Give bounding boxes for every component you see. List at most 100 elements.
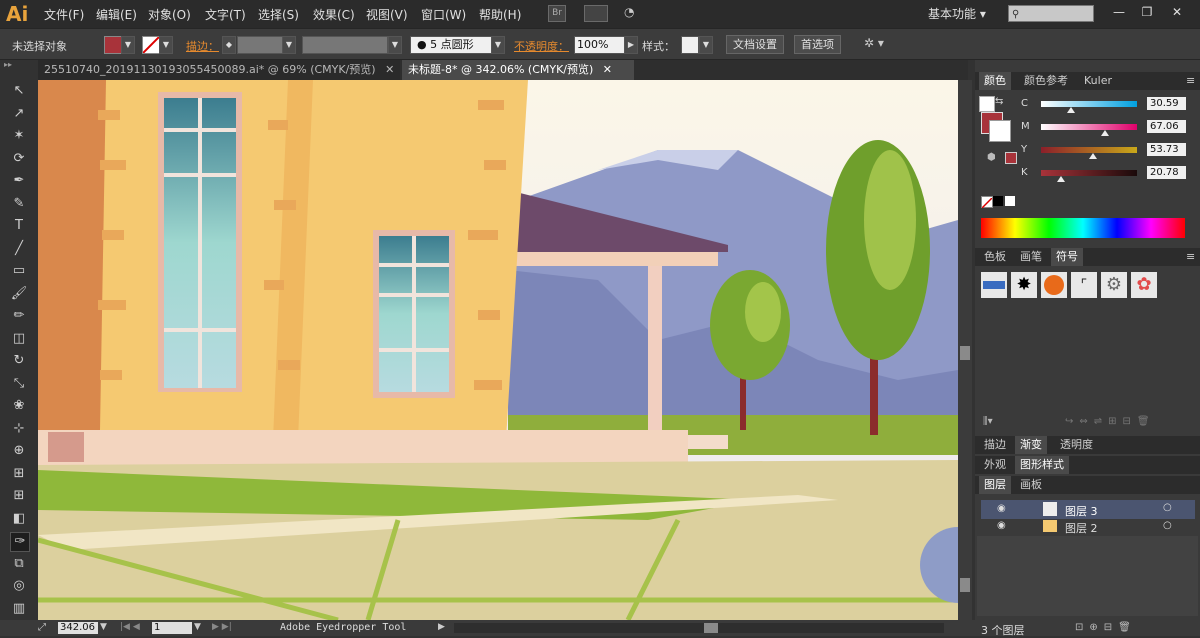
menu-effect[interactable]: 效果(C)	[313, 6, 355, 23]
curvature-tool[interactable]: ✎	[10, 195, 28, 213]
restore-button[interactable]: ❐	[1134, 4, 1160, 20]
preferences-button[interactable]: 首选项	[794, 35, 841, 54]
slider-track[interactable]	[1041, 124, 1137, 136]
tab-brushes[interactable]: 画笔	[1015, 248, 1047, 266]
scrollbar-thumb[interactable]	[960, 346, 970, 360]
tab-artboards[interactable]: 画板	[1015, 476, 1047, 494]
slider-thumb[interactable]	[1101, 130, 1110, 136]
slider-track[interactable]	[1041, 147, 1137, 159]
first-artboard-button[interactable]: |◀ ◀	[120, 622, 140, 632]
profile-dropdown[interactable]: ▼	[388, 36, 402, 54]
layer-name[interactable]: 图层 2	[1065, 520, 1098, 536]
layer-row[interactable]: ◉ 图层 3 ○	[981, 500, 1195, 519]
mesh-tool[interactable]: ⊞	[10, 487, 28, 505]
arrange-documents-icon[interactable]	[584, 5, 608, 22]
tab-stroke[interactable]: 描边	[979, 436, 1011, 454]
rectangle-tool[interactable]: ▭	[10, 262, 28, 280]
stroke-weight-stepper[interactable]: ◆	[222, 36, 236, 54]
stroke-dropdown[interactable]: ▼	[159, 36, 173, 54]
minimize-button[interactable]: —	[1106, 4, 1132, 20]
out-of-gamut-swatch[interactable]	[1005, 152, 1017, 164]
target-icon[interactable]: ○	[1163, 520, 1172, 531]
perspective-grid-tool[interactable]: ⊞	[10, 465, 28, 483]
symbol-ring[interactable]: ⚙	[1101, 272, 1127, 298]
vertical-scrollbar[interactable]	[958, 80, 972, 620]
symbol-blue-banner[interactable]	[981, 272, 1007, 298]
eyedropper-tool[interactable]: ✑	[10, 532, 30, 552]
menu-edit[interactable]: 编辑(E)	[96, 6, 137, 23]
help-search-input[interactable]: ⚲	[1008, 5, 1094, 22]
visibility-icon[interactable]: ◉	[997, 520, 1006, 531]
swap-colors-icon[interactable]: ⇆	[995, 96, 1003, 107]
horizontal-scrollbar[interactable]	[454, 623, 944, 633]
artboard-dropdown[interactable]: ▼	[194, 622, 201, 632]
tab-swatches[interactable]: 色板	[979, 248, 1011, 266]
artboard-field[interactable]: 1	[152, 622, 192, 634]
opacity-dropdown[interactable]: ▶	[624, 36, 638, 54]
pencil-tool[interactable]: ✏	[10, 307, 28, 325]
slider-thumb[interactable]	[1057, 176, 1066, 182]
brush-dropdown[interactable]: ▼	[491, 36, 505, 54]
opacity-label[interactable]: 不透明度：	[514, 40, 569, 53]
symbols-actions[interactable]: ↪⇔⇌⊞⊟🗑	[1065, 416, 1156, 427]
close-button[interactable]: ✕	[1164, 4, 1190, 20]
menu-select[interactable]: 选择(S)	[258, 6, 299, 23]
panel-menu-icon[interactable]: ≡	[1181, 248, 1200, 266]
slider-value-field[interactable]: 53.73	[1147, 143, 1186, 156]
symbol-ink-splat[interactable]: ✸	[1011, 272, 1037, 298]
magic-wand-tool[interactable]: ✶	[10, 127, 28, 145]
eraser-tool[interactable]: ◫	[10, 330, 28, 348]
target-icon[interactable]: ○	[1163, 502, 1172, 513]
symbol-libraries-icon[interactable]: ⫼▾	[983, 416, 993, 427]
slider-thumb[interactable]	[1066, 107, 1075, 113]
fill-swatch[interactable]	[104, 36, 122, 54]
slider-track[interactable]	[1041, 101, 1137, 113]
symbol-sprayer-tool[interactable]: ◎	[10, 577, 28, 595]
workspace-switcher[interactable]: 基本功能 ▾	[928, 5, 986, 22]
stroke-color-box[interactable]	[989, 120, 1011, 142]
bridge-icon[interactable]: Br	[548, 5, 566, 22]
document-setup-button[interactable]: 文档设置	[726, 35, 784, 54]
pen-tool[interactable]: ✒	[10, 172, 28, 190]
symbol-orange-button[interactable]	[1041, 272, 1067, 298]
status-menu-button[interactable]: ▶	[438, 622, 445, 632]
default-colors-icon[interactable]	[979, 96, 995, 112]
menu-type[interactable]: 文字(T)	[205, 6, 246, 23]
menu-help[interactable]: 帮助(H)	[479, 6, 521, 23]
black-swatch[interactable]	[993, 196, 1003, 206]
zoom-dropdown[interactable]: ▼	[100, 622, 107, 632]
none-swatch[interactable]	[981, 196, 993, 209]
tab-symbols[interactable]: 符号	[1051, 248, 1083, 266]
tab-document-2[interactable]: 未标题-8* @ 342.06% (CMYK/预览) ✕	[402, 60, 634, 80]
direct-selection-tool[interactable]: ↗	[10, 105, 28, 123]
next-artboard-button[interactable]: ▶ ▶|	[212, 622, 232, 632]
gpu-performance-icon[interactable]: ◔	[624, 5, 646, 21]
symbol-bracket[interactable]: ⌜	[1071, 272, 1097, 298]
toolbox-grip[interactable]: ▸▸	[4, 60, 34, 69]
style-dropdown[interactable]: ▼	[699, 36, 713, 54]
zoom-field[interactable]: 342.06	[58, 622, 98, 634]
style-swatch[interactable]	[681, 36, 699, 54]
layer-name[interactable]: 图层 3	[1065, 503, 1098, 519]
brush-definition[interactable]: ● 5 点圆形	[410, 36, 498, 54]
visibility-icon[interactable]: ◉	[997, 503, 1006, 514]
tab-color[interactable]: 颜色	[979, 72, 1011, 90]
slider-value-field[interactable]: 67.06	[1147, 120, 1186, 133]
rotate-view-icon[interactable]: ⤢	[38, 622, 46, 633]
close-icon[interactable]: ✕	[603, 63, 612, 76]
paintbrush-tool[interactable]: 🖌	[10, 285, 28, 303]
slider-value-field[interactable]: 30.59	[1147, 97, 1186, 110]
free-transform-tool[interactable]: ⊹	[10, 420, 28, 438]
menu-view[interactable]: 视图(V)	[366, 6, 408, 23]
menu-window[interactable]: 窗口(W)	[421, 6, 466, 23]
tab-layers[interactable]: 图层	[979, 476, 1011, 494]
tab-kuler[interactable]: Kuler	[1079, 72, 1117, 90]
artboard-canvas[interactable]	[38, 80, 958, 620]
tab-document-1[interactable]: 25510740_2019113019305545008​9.ai* @ 69%…	[38, 60, 400, 80]
slider-thumb[interactable]	[1088, 153, 1097, 159]
symbol-flower[interactable]: ✿	[1131, 272, 1157, 298]
menu-file[interactable]: 文件(F)	[44, 6, 84, 23]
stroke-label[interactable]: 描边：	[186, 40, 219, 53]
tab-color-guide[interactable]: 颜色参考	[1019, 72, 1073, 90]
blend-tool[interactable]: ⧉	[10, 555, 28, 573]
